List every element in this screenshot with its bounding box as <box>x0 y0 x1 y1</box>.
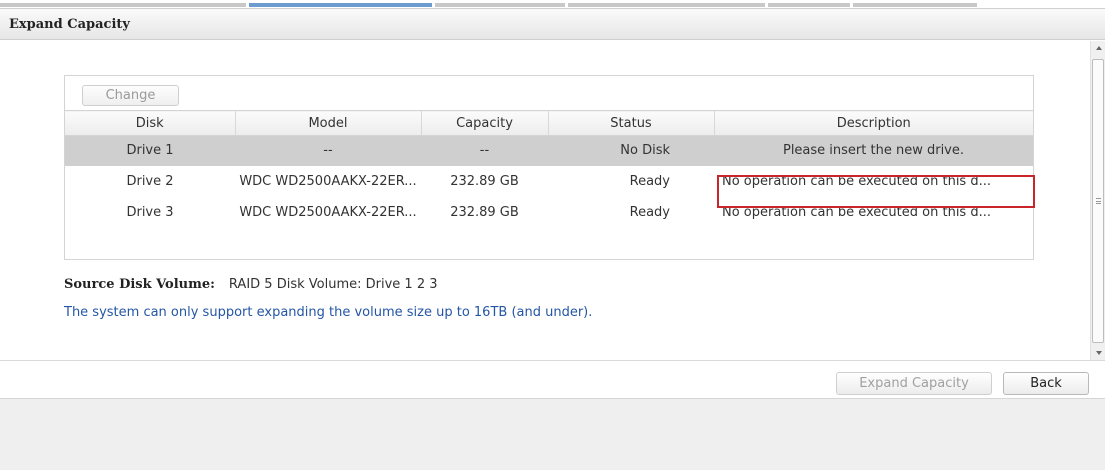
dialog-content: Change Disk Model Capacity Status Descri… <box>0 41 1090 360</box>
column-header-capacity[interactable]: Capacity <box>421 110 549 136</box>
source-disk-volume-label: Source Disk Volume: <box>64 277 215 292</box>
dialog-footer: Expand Capacity Back <box>0 360 1105 398</box>
cell-capacity: -- <box>421 135 548 166</box>
top-tab[interactable] <box>0 3 246 7</box>
cell-status: Ready <box>629 204 670 220</box>
cell-description: Please insert the new drive. <box>714 135 1033 166</box>
capacity-limit-note: The system can only support expanding th… <box>64 305 593 320</box>
table-header-row: Disk Model Capacity Status Description <box>65 110 1033 136</box>
column-header-status[interactable]: Status <box>548 110 715 136</box>
top-tab[interactable] <box>768 3 850 7</box>
cell-disk: Drive 3 <box>126 204 174 220</box>
column-header-description[interactable]: Description <box>714 110 1033 136</box>
disk-table: Disk Model Capacity Status Description D… <box>65 110 1033 228</box>
table-row-selected[interactable]: Drive 1 -- -- No Disk Please insert the … <box>65 135 1033 166</box>
column-header-model[interactable]: Model <box>235 110 422 136</box>
column-header-disk[interactable]: Disk <box>65 110 236 136</box>
top-tab[interactable] <box>853 3 977 7</box>
scroll-down-arrow-icon[interactable] <box>1096 351 1102 355</box>
cell-capacity: 232.89 GB <box>450 204 519 220</box>
scrollbar-grip-icon <box>1096 198 1101 204</box>
cell-disk: Drive 1 <box>65 135 235 166</box>
change-button[interactable]: Change <box>82 85 179 106</box>
expand-capacity-button[interactable]: Expand Capacity <box>836 372 992 395</box>
vertical-scrollbar[interactable] <box>1090 41 1105 360</box>
scroll-up-arrow-icon[interactable] <box>1096 46 1102 50</box>
cell-disk: Drive 2 <box>126 173 174 189</box>
cell-model: WDC WD2500AAKX-22ER... <box>239 173 417 189</box>
top-tab-strip <box>0 0 1105 8</box>
source-disk-volume-value: RAID 5 Disk Volume: Drive 1 2 3 <box>228 277 438 292</box>
top-tab[interactable] <box>435 3 565 7</box>
description-highlight-box <box>717 175 1035 208</box>
disk-grid-panel: Change Disk Model Capacity Status Descri… <box>64 75 1035 260</box>
cell-model: -- <box>235 135 421 166</box>
grid-toolbar: Change <box>65 76 1033 110</box>
back-button[interactable]: Back <box>1003 372 1089 395</box>
dialog-title: Expand Capacity <box>9 17 130 32</box>
source-disk-volume: Source Disk Volume: RAID 5 Disk Volume: D… <box>64 277 438 292</box>
cell-status: Ready <box>629 173 670 189</box>
cell-status: No Disk <box>548 135 714 166</box>
dialog-title-bar: Expand Capacity <box>0 8 1105 40</box>
scrollbar-thumb[interactable] <box>1092 59 1104 343</box>
cell-capacity: 232.89 GB <box>450 173 519 189</box>
top-tab-active[interactable] <box>249 3 432 7</box>
top-tab[interactable] <box>568 3 765 7</box>
cell-model: WDC WD2500AAKX-22ER... <box>239 204 417 220</box>
bottom-panel <box>0 398 1105 470</box>
